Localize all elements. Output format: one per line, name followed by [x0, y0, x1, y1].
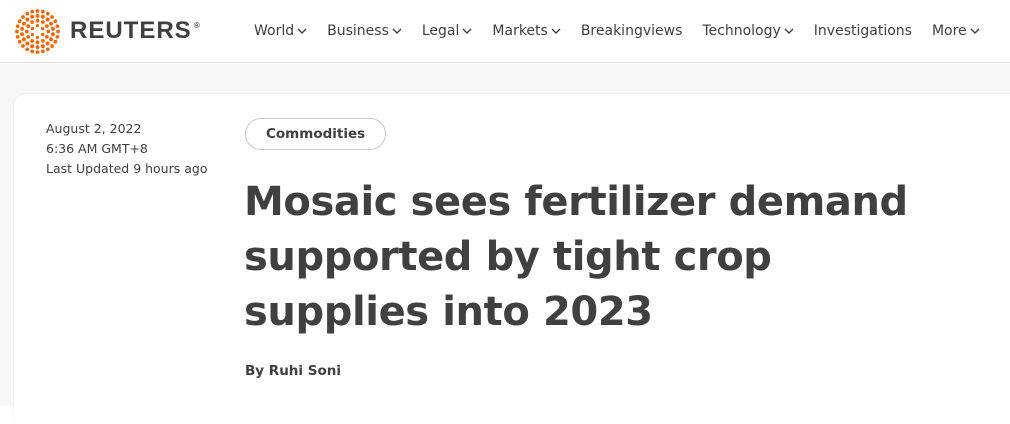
last-updated: Last Updated 9 hours ago — [46, 161, 208, 176]
nav-item-technology[interactable]: Technology — [702, 23, 794, 39]
chevron-down-icon — [551, 28, 561, 34]
nav-item-world[interactable]: World — [254, 23, 307, 39]
registered-mark: ® — [192, 20, 201, 30]
nav-item-label: Technology — [702, 23, 781, 39]
category-tag[interactable]: Commodities — [245, 118, 387, 150]
nav-item-breakingviews[interactable]: Breakingviews — [581, 23, 683, 39]
reuters-wordmark: REUTERS — [70, 17, 192, 44]
chevron-down-icon — [297, 28, 307, 34]
chevron-down-icon — [784, 28, 794, 34]
publish-time: 6:36 AM GMT+8 — [46, 141, 148, 156]
article-headline: Mosaic sees fertilizer demand supported … — [244, 179, 908, 335]
nav-item-markets[interactable]: Markets — [492, 23, 561, 39]
reuters-logo-icon — [15, 8, 60, 54]
article-meta: August 2, 2022 6:36 AM GMT+8 Last Update… — [46, 119, 207, 179]
nav-item-investigations[interactable]: Investigations — [814, 23, 912, 39]
nav-item-label: Breakingviews — [580, 23, 683, 39]
nav-item-label: More — [931, 23, 967, 39]
publish-date: August 2, 2022 — [46, 121, 142, 136]
nav-item-label: Business — [327, 23, 389, 39]
author-link[interactable]: Ruhi Soni — [269, 363, 341, 379]
reuters-logo[interactable]: REUTERS ® — [14, 8, 201, 54]
byline: By Ruhi Soni — [245, 363, 341, 379]
chevron-down-icon — [970, 28, 980, 34]
byline-prefix: By — [245, 363, 269, 379]
nav-item-more[interactable]: More — [932, 23, 980, 39]
nav-item-label: Markets — [492, 23, 548, 39]
main-nav: World Business Legal Markets Breakingvie… — [254, 20, 980, 42]
nav-item-legal[interactable]: Legal — [422, 23, 473, 39]
nav-item-business[interactable]: Business — [327, 23, 402, 39]
nav-item-label: Legal — [421, 23, 460, 39]
nav-item-label: Investigations — [813, 23, 912, 39]
chevron-down-icon — [462, 28, 472, 34]
nav-item-label: World — [254, 23, 295, 39]
site-header: REUTERS ® World Business Legal Markets B… — [0, 0, 1010, 63]
chevron-down-icon — [392, 28, 402, 34]
